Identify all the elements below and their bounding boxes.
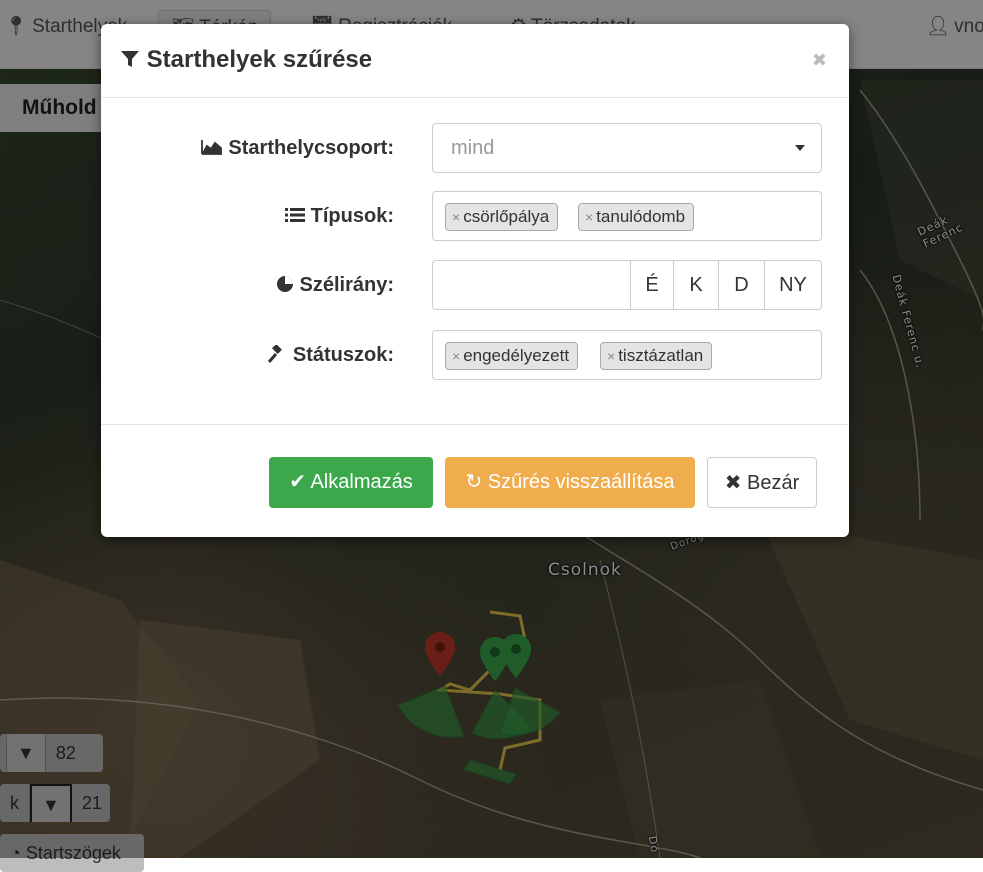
close-icon: ✖	[724, 472, 742, 494]
group-label: Starthelycsoport:	[200, 123, 394, 173]
apply-button[interactable]: ✔ Alkalmazás	[269, 457, 433, 508]
area-chart-icon	[200, 137, 229, 159]
remove-tag-icon[interactable]: ×	[607, 348, 615, 364]
wind-label: Szélirány:	[276, 260, 394, 310]
check-icon: ✔	[289, 471, 307, 493]
refresh-icon: ↻	[465, 471, 483, 493]
remove-tag-icon[interactable]: ×	[452, 209, 460, 225]
list-icon	[285, 205, 311, 227]
type-tag[interactable]: × csörlőpálya	[445, 203, 559, 231]
remove-tag-icon[interactable]: ×	[585, 209, 593, 225]
group-row: Starthelycsoport: mind	[101, 123, 849, 173]
close-icon[interactable]: ✖	[812, 50, 827, 71]
types-multiselect[interactable]: × csörlőpálya × tanulódomb	[432, 191, 822, 241]
wind-direction-input[interactable]	[432, 260, 632, 310]
group-select-value: mind	[451, 137, 495, 159]
status-tag[interactable]: × engedélyezett	[445, 342, 579, 370]
pie-chart-icon	[276, 274, 300, 296]
status-row: Státuszok: × engedélyezett × tisztázatlan	[101, 330, 849, 380]
wind-north-button[interactable]: É	[630, 260, 674, 310]
filter-icon	[120, 46, 147, 73]
types-row: Típusok: × csörlőpálya × tanulódomb	[101, 191, 849, 241]
reset-filter-button[interactable]: ↻ Szűrés visszaállítása	[445, 457, 695, 508]
type-tag[interactable]: × tanulódomb	[578, 203, 695, 231]
status-multiselect[interactable]: × engedélyezett × tisztázatlan	[432, 330, 822, 380]
wind-row: Szélirány: É K D NY	[101, 260, 849, 310]
wind-west-button[interactable]: NY	[764, 260, 822, 310]
types-label: Típusok:	[285, 191, 394, 241]
status-tag[interactable]: × tisztázatlan	[600, 342, 713, 370]
remove-tag-icon[interactable]: ×	[452, 348, 460, 364]
modal-header: Starthelyek szűrése ✖	[101, 24, 849, 98]
filter-modal: Starthelyek szűrése ✖ Starthelycsoport: …	[101, 24, 849, 537]
modal-title: Starthelyek szűrése	[120, 46, 372, 74]
modal-footer: ✔ Alkalmazás ↻ Szűrés visszaállítása ✖ B…	[101, 424, 849, 538]
status-label: Státuszok:	[267, 330, 394, 380]
close-button[interactable]: ✖ Bezár	[707, 457, 817, 508]
wind-east-button[interactable]: K	[673, 260, 719, 310]
group-select[interactable]: mind	[432, 123, 822, 173]
wind-south-button[interactable]: D	[718, 260, 765, 310]
chevron-down-icon	[795, 145, 805, 151]
gavel-icon	[267, 344, 293, 366]
